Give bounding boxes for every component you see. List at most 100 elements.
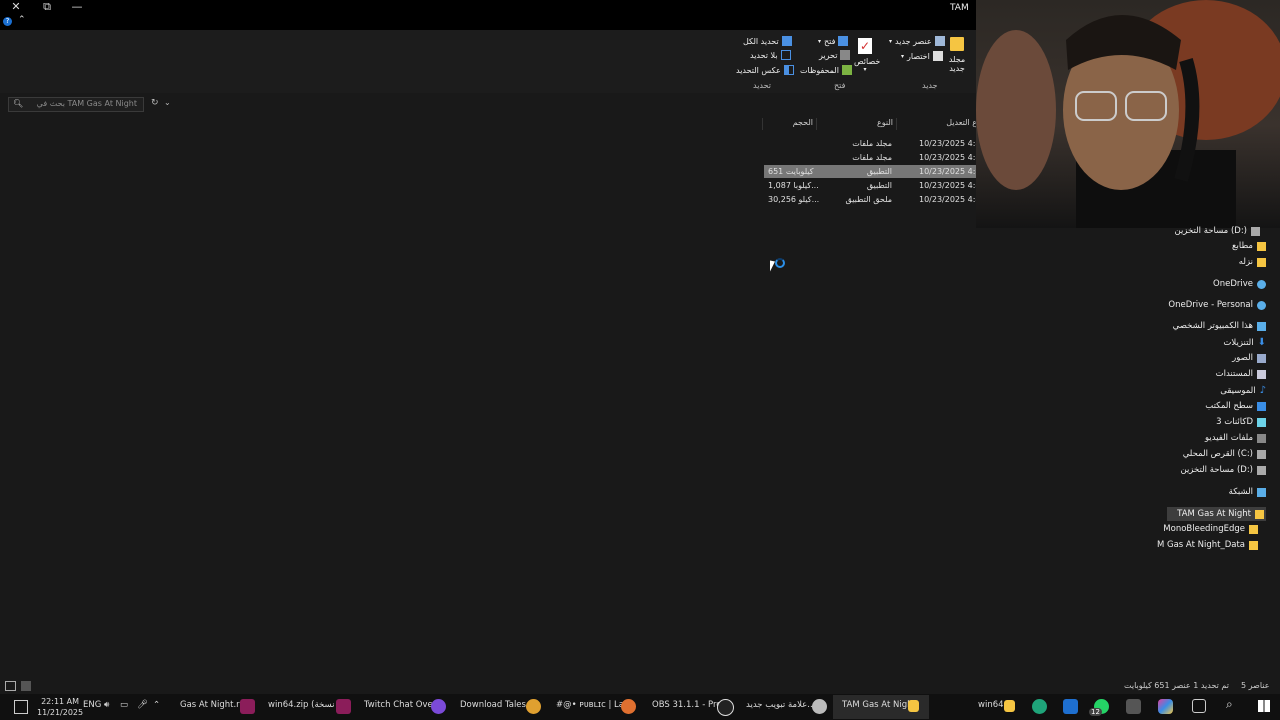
open-button[interactable]: ▾ فتح xyxy=(818,36,849,46)
cloud-icon xyxy=(1257,300,1266,310)
properties-button[interactable]: ✓ خصائص ▾ xyxy=(854,36,881,78)
notification-center-icon[interactable] xyxy=(14,700,28,714)
nav-onedrive[interactable]: OneDrive xyxy=(1213,279,1266,289)
chrome-icon xyxy=(526,699,541,714)
status-bar xyxy=(0,678,1280,694)
clock[interactable]: 22:11 AM 11/21/2025 xyxy=(37,696,83,718)
details-view-icon[interactable] xyxy=(5,681,16,691)
file-row[interactable]: مجلد ملفات 10/23/2025 4:40 xyxy=(764,151,985,164)
restore-button[interactable]: ⧉ xyxy=(36,0,58,16)
file-row[interactable]: 1,087 كيلوبا... التطبيق 10/23/2025 4:40 xyxy=(764,179,986,192)
nav-folder-nazla[interactable]: نزله xyxy=(1239,257,1266,267)
nav-label: مساحة التخزين (D:) xyxy=(1180,465,1253,475)
nav-3d-objects[interactable]: كائنات 3D xyxy=(1216,417,1266,427)
folder-icon xyxy=(1257,241,1266,251)
music-note-icon: ♪ xyxy=(1259,385,1266,396)
minimize-button[interactable]: — xyxy=(66,0,88,16)
invert-selection-label: عكس التحديد xyxy=(736,65,781,75)
new-folder-button[interactable]: مجلد جديد xyxy=(946,37,968,79)
nav-documents[interactable]: المستندات xyxy=(1216,369,1266,379)
file-row[interactable]: مجلد ملفات 10/23/2025 4:40 xyxy=(764,137,985,150)
large-icons-view-icon[interactable] xyxy=(21,681,31,691)
nav-folder-tam[interactable]: TAM Gas At Night xyxy=(1167,507,1266,521)
nav-this-pc[interactable]: هذا الكمبيوتر الشخصي xyxy=(1173,321,1266,331)
webcam-overlay xyxy=(976,0,1280,228)
column-type-label: النوع xyxy=(877,118,893,127)
edit-label: تحرير xyxy=(819,50,838,60)
store-icon[interactable] xyxy=(1126,699,1141,714)
folder-icon xyxy=(1004,700,1015,712)
select-all-button[interactable]: تحديد الكل xyxy=(743,36,792,46)
folder-icon xyxy=(1249,540,1258,550)
task-view-icon[interactable] xyxy=(1192,699,1206,713)
chevron-down-icon[interactable]: ⌄ xyxy=(164,98,171,107)
mail-icon[interactable] xyxy=(1063,699,1078,714)
easy-access-button[interactable]: ▾ اختصار xyxy=(901,51,943,61)
network-status-icon[interactable]: ▭ xyxy=(120,700,128,710)
edge-icon[interactable] xyxy=(1032,699,1047,714)
refresh-icon[interactable]: ↻ xyxy=(151,98,159,108)
nav-label: OneDrive xyxy=(1213,279,1253,289)
collapse-ribbon-icon[interactable]: ⌃ xyxy=(18,15,26,25)
language-indicator[interactable]: ENG xyxy=(83,700,101,710)
nav-label: سطح المكتب xyxy=(1205,401,1253,411)
nav-downloads[interactable]: التنزيلات ⬇ xyxy=(1223,337,1266,348)
select-none-button[interactable]: بلا تحديد xyxy=(750,50,791,60)
select-none-icon xyxy=(780,50,791,60)
nav-videos[interactable]: ملفات الفيديو xyxy=(1205,433,1266,443)
nav-desktop[interactable]: سطح المكتب xyxy=(1205,401,1266,411)
history-button[interactable]: المحفوظات xyxy=(800,65,852,75)
nav-music[interactable]: الموسيقى ♪ xyxy=(1220,385,1266,396)
nav-local-disk-c[interactable]: القرص المحلي (C:) xyxy=(1183,449,1266,459)
file-row[interactable]: 30,256 كيلو... ملحق التطبيق 10/23/2025 4… xyxy=(764,193,986,206)
column-header-date[interactable]: ع التعديل xyxy=(896,118,977,130)
nav-storage-d[interactable]: مساحة التخزين (D:) xyxy=(1180,465,1266,475)
nav-pictures[interactable]: الصور xyxy=(1232,353,1266,363)
status-item-count: 5 عناصر xyxy=(1241,681,1270,690)
search-icon[interactable]: ⌕ xyxy=(1226,697,1233,712)
taskbar-app-rar[interactable]: Gas At Night.rar xyxy=(180,700,248,710)
search-icon: 🔍︎ xyxy=(13,99,24,108)
volume-icon[interactable]: 🔊︎ xyxy=(104,700,109,710)
nav-label: TAM Gas At Night xyxy=(1177,509,1251,519)
nav-label: الصور xyxy=(1232,353,1253,363)
new-group-label: جديد xyxy=(922,81,938,90)
download-arrow-icon: ⬇ xyxy=(1257,337,1266,348)
clock-time: 22:11 AM xyxy=(41,697,80,706)
chevron-up-icon[interactable]: ⌃ xyxy=(153,700,160,710)
taskbar-app-twitch[interactable]: Twitch Chat Ove... xyxy=(364,700,441,710)
nav-label: مطابع xyxy=(1231,241,1253,251)
help-icon[interactable]: ? xyxy=(3,17,12,26)
taskbar-app-zip[interactable]: win64.zip (نسخة ... xyxy=(268,700,345,710)
nav-network[interactable]: الشبكة xyxy=(1229,487,1266,497)
winrar-icon xyxy=(336,699,351,714)
close-button[interactable]: ✕ xyxy=(5,0,27,16)
file-row-selected[interactable]: 651 كيلوبايت التطبيق 10/23/2025 4:40 xyxy=(764,165,986,178)
nav-storage-d-top[interactable]: مساحة التخزين (D:) xyxy=(1174,226,1260,236)
invert-selection-button[interactable]: عكس التحديد xyxy=(736,65,794,75)
nav-folder-mono[interactable]: MonoBleedingEdge xyxy=(1163,524,1258,534)
network-icon xyxy=(1257,487,1266,497)
properties-label: خصائص xyxy=(854,57,881,66)
invert-selection-icon xyxy=(783,65,794,75)
nav-folder-data[interactable]: M Gas At Night_Data xyxy=(1157,540,1258,550)
nav-label: المستندات xyxy=(1215,369,1253,379)
folder-icon xyxy=(1257,257,1266,267)
search-input[interactable]: بحث في TAM Gas At Night xyxy=(37,99,137,108)
taskbar-app-new-tab[interactable]: علامة تبويب جديد... xyxy=(746,700,815,710)
edit-button[interactable]: تحرير xyxy=(819,50,851,60)
copilot-icon[interactable] xyxy=(1158,699,1173,714)
nav-folder-matabee[interactable]: مطابع xyxy=(1232,241,1266,251)
webcam-person-image xyxy=(976,0,1280,228)
new-item-button[interactable]: ▾ عنصر جديد xyxy=(889,36,945,46)
file-size: 30,256 كيلو... xyxy=(768,195,820,204)
edit-icon xyxy=(840,50,851,60)
microphone-icon[interactable]: 🎤︎ xyxy=(137,700,148,710)
taskbar-app-win64[interactable]: win64 xyxy=(978,700,1004,710)
nav-onedrive-personal[interactable]: OneDrive - Personal xyxy=(1168,300,1266,310)
easy-access-label: اختصار xyxy=(907,51,930,61)
column-header-size[interactable]: الحجم xyxy=(762,118,817,130)
windows-start-icon[interactable] xyxy=(1258,700,1270,712)
column-header-type[interactable]: النوع xyxy=(816,118,897,130)
search-box[interactable]: 🔍︎ بحث في TAM Gas At Night xyxy=(8,97,144,112)
